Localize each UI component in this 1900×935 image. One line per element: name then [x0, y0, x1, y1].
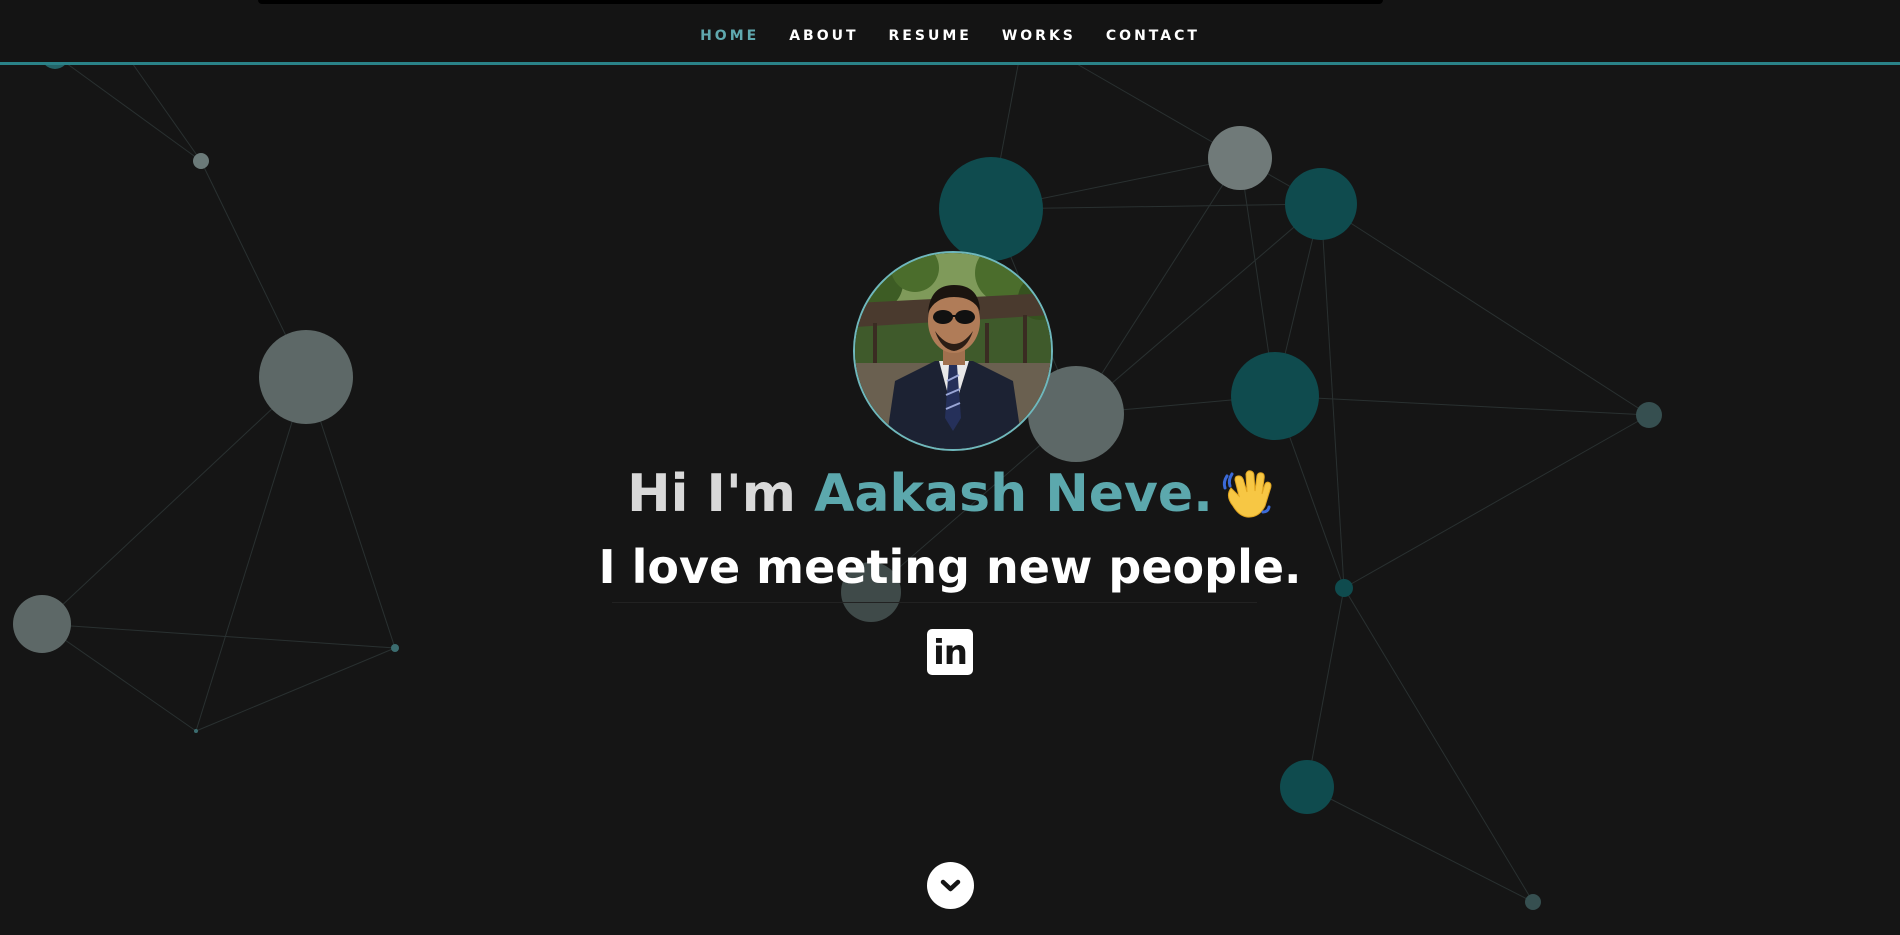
profile-avatar — [853, 251, 1053, 451]
tagline-divider — [612, 602, 1257, 603]
linkedin-icon: in — [933, 633, 968, 673]
name-text: Aakash Neve. — [814, 464, 1213, 524]
nav-item-home[interactable]: HOME — [700, 27, 759, 45]
greeting-text: Hi I'm — [627, 464, 796, 524]
nav-menu: HOME ABOUT RESUME WORKS CONTACT — [0, 27, 1900, 45]
hero-section: Hi I'm Aakash Neve. I love meeting new p… — [0, 0, 1900, 935]
scroll-down-button[interactable] — [927, 862, 974, 909]
chevron-down-icon — [940, 879, 961, 892]
hero-tagline: I love meeting new people. — [598, 540, 1302, 594]
nav-item-contact[interactable]: CONTACT — [1106, 27, 1200, 45]
page: HOME ABOUT RESUME WORKS CONTACT Hi I'm A… — [0, 0, 1900, 935]
hero-headline: Hi I'm Aakash Neve. — [0, 462, 1900, 526]
browser-top-strip — [258, 0, 1383, 4]
top-navbar: HOME ABOUT RESUME WORKS CONTACT — [0, 0, 1900, 65]
nav-item-works[interactable]: WORKS — [1002, 27, 1076, 45]
waving-hand-icon — [1222, 470, 1272, 518]
nav-item-resume[interactable]: RESUME — [889, 27, 972, 45]
linkedin-link[interactable]: in — [927, 629, 973, 675]
nav-item-about[interactable]: ABOUT — [789, 27, 858, 45]
